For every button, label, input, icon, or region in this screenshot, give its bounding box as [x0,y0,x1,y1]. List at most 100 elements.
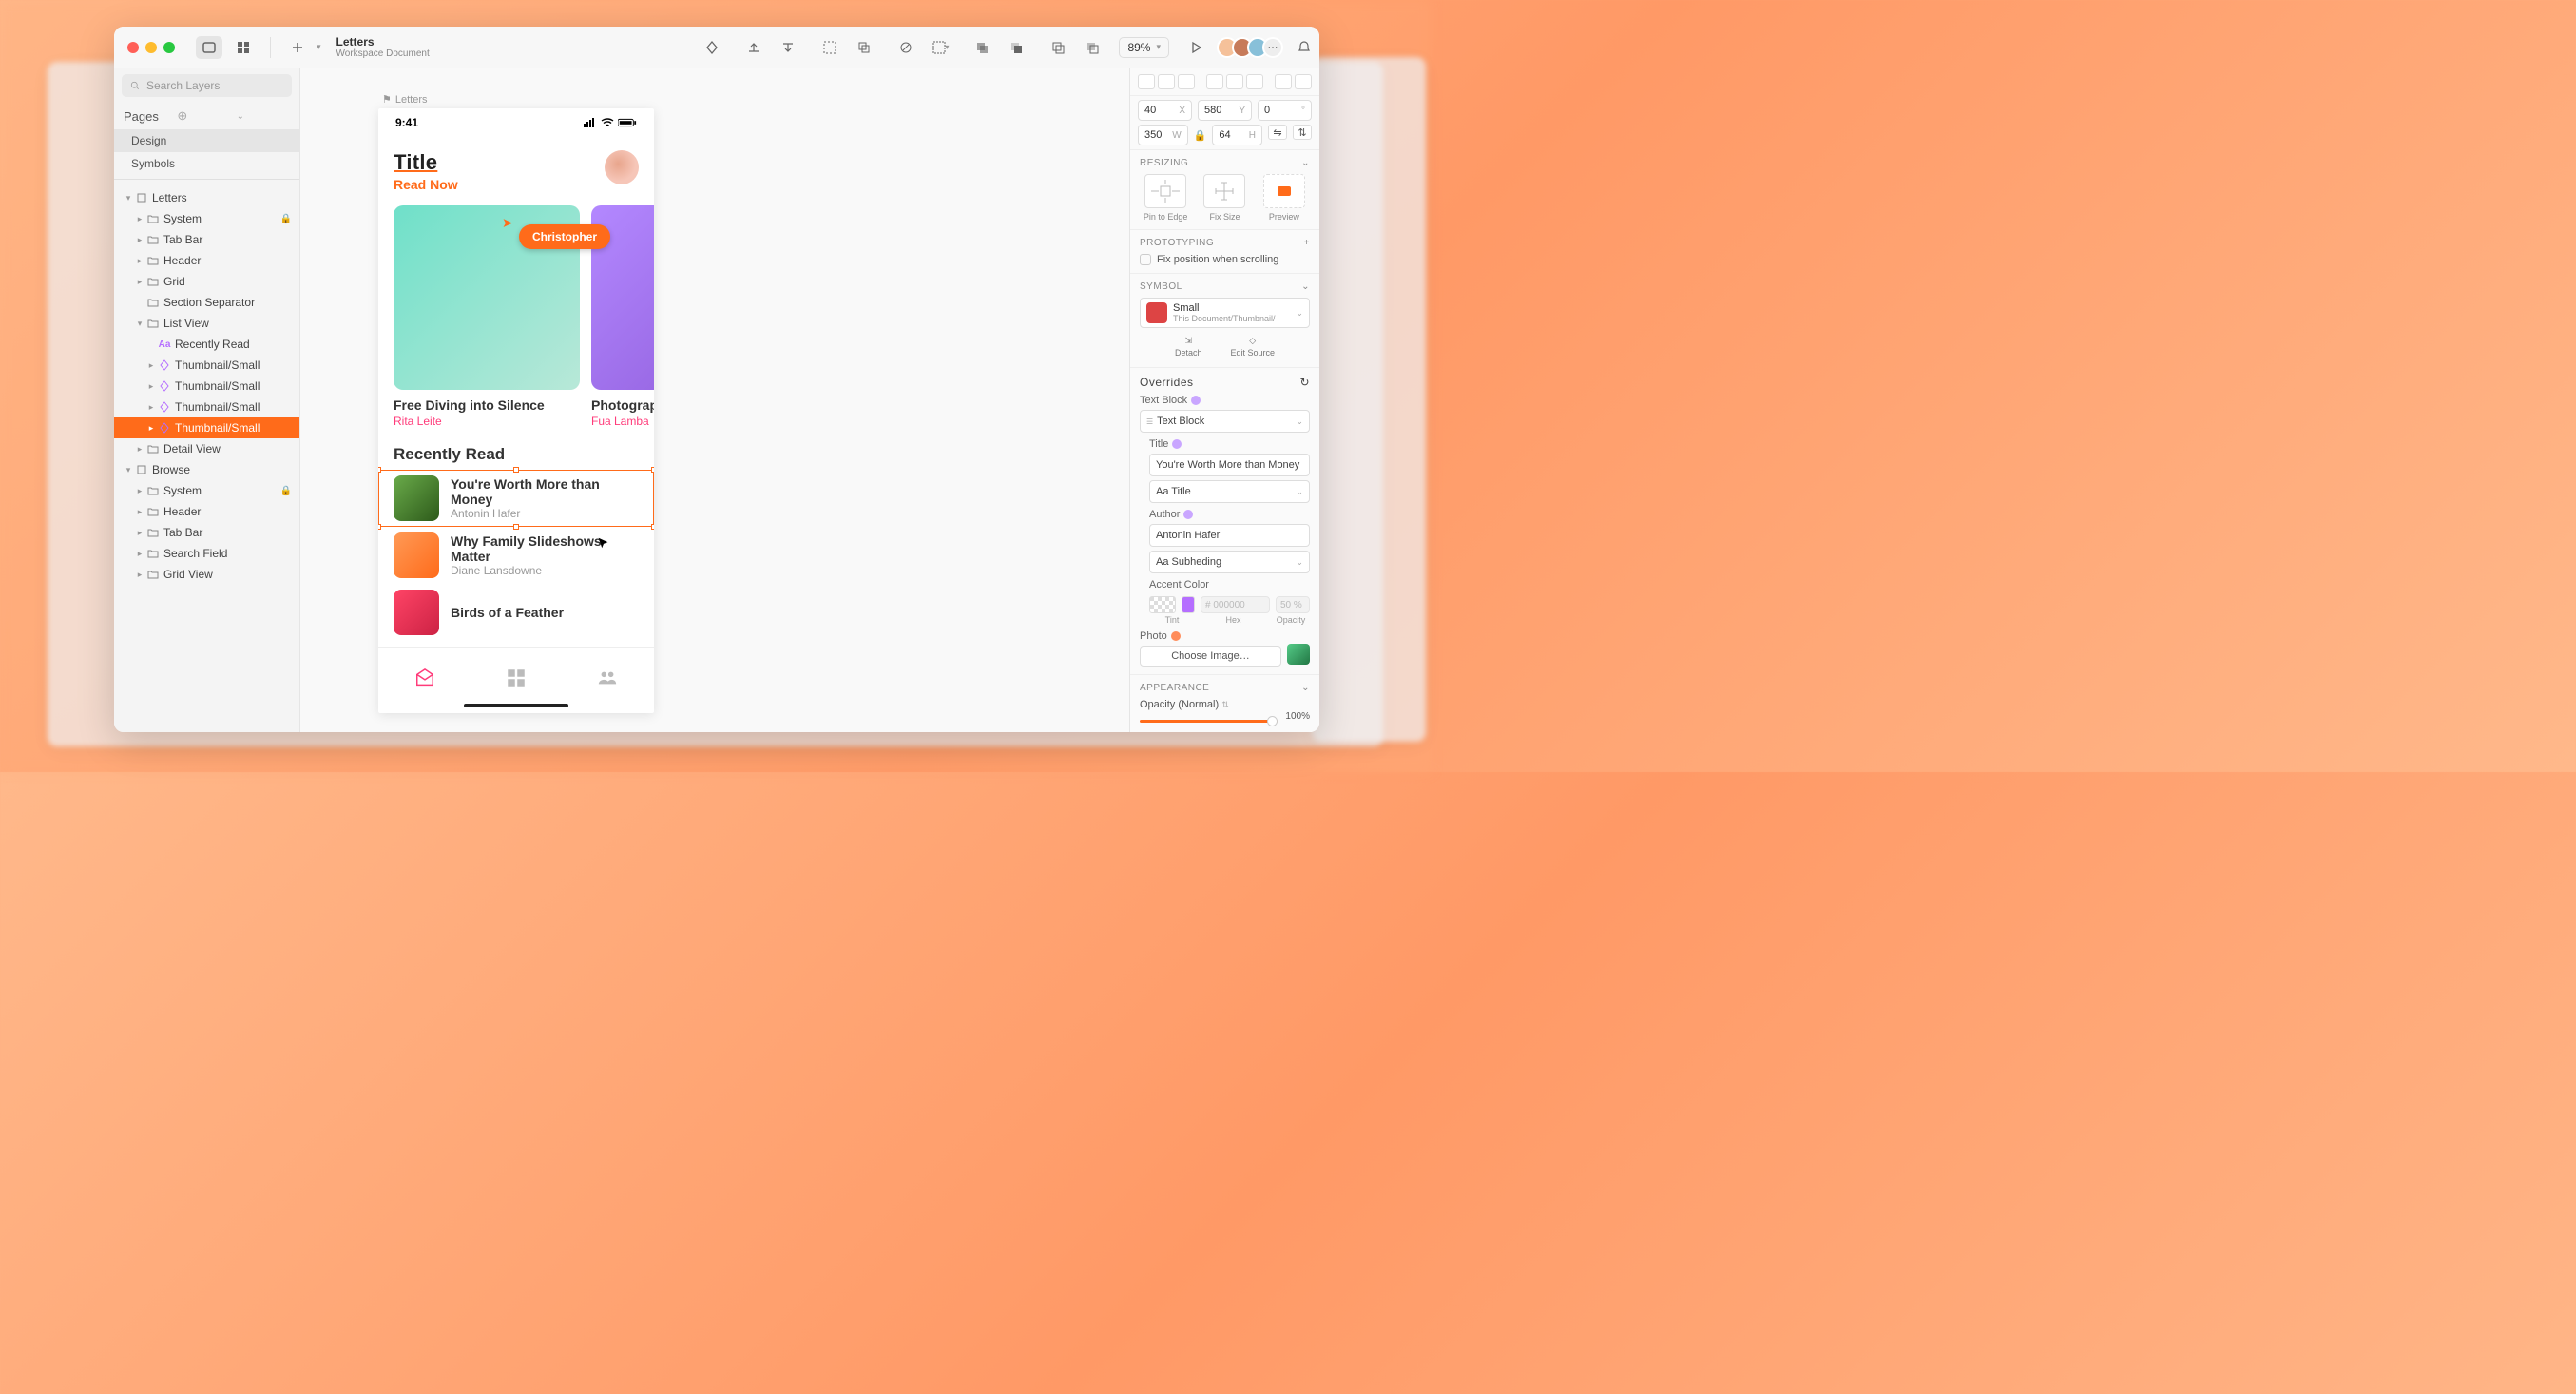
resize-preview-button[interactable]: Preview [1259,174,1310,222]
status-bar: 9:41 [378,108,654,137]
layer-row[interactable]: ▾List View [114,313,299,334]
layer-row[interactable]: ▸Tab Bar [114,229,299,250]
layer-row[interactable]: ▸System🔒 [114,480,299,501]
chevron-down-icon[interactable]: ⌄ [1301,281,1310,292]
pages-chevron-icon[interactable]: ⌄ [237,111,290,122]
pin-to-edge-button[interactable]: Pin to Edge [1140,174,1191,222]
align-bottom-icon[interactable] [1246,74,1263,89]
insert-button[interactable] [284,36,311,59]
page-item[interactable]: Design [114,129,299,152]
x-position-input[interactable]: 40X [1138,100,1192,121]
accent-color-swatch[interactable] [1149,596,1176,613]
ungroup-icon[interactable] [851,36,877,59]
create-symbol-icon[interactable] [699,36,725,59]
choose-image-button[interactable]: Choose Image… [1140,646,1281,667]
layer-row[interactable]: ▸Thumbnail/Small [114,376,299,397]
layer-row[interactable]: ▾Letters [114,187,299,208]
detach-symbol-button[interactable]: ⇲Detach [1175,336,1202,358]
fix-position-checkbox[interactable] [1140,254,1151,265]
subtract-icon[interactable] [1003,36,1029,59]
text-block-override[interactable]: ☰Text Block⌄ [1140,410,1310,433]
layer-row[interactable]: ▸Header [114,501,299,522]
zoom-level[interactable]: 89%▾ [1119,37,1169,58]
title-style-select[interactable]: Aa Title⌄ [1149,480,1310,503]
forward-icon[interactable] [740,36,767,59]
layer-row[interactable]: ▸Thumbnail/Small [114,417,299,438]
union-icon[interactable] [969,36,995,59]
align-left-icon[interactable] [1138,74,1155,89]
height-input[interactable]: 64H [1212,125,1262,145]
align-right-icon[interactable] [1178,74,1195,89]
tab-people-icon[interactable] [597,668,618,693]
difference-icon[interactable] [1079,36,1105,59]
layer-row[interactable]: ▾Browse [114,459,299,480]
layer-row[interactable]: ▸Search Field [114,543,299,564]
align-center-v-icon[interactable] [1226,74,1243,89]
layer-row[interactable]: ▸Thumbnail/Small [114,397,299,417]
y-position-input[interactable]: 580Y [1198,100,1252,121]
tab-grid-icon[interactable] [507,668,526,692]
chevron-down-icon[interactable]: ⌄ [1301,158,1310,168]
align-center-h-icon[interactable] [1158,74,1175,89]
featured-cards: Free Diving into SilenceRita LeitePhotog… [378,192,654,428]
add-prototype-icon[interactable]: + [1304,238,1310,248]
scale-icon[interactable]: ▾ [927,36,953,59]
author-style-select[interactable]: Aa Subheding⌄ [1149,551,1310,573]
fix-size-button[interactable]: Fix Size [1199,174,1250,222]
artboard-label[interactable]: ⚑Letters [382,93,428,106]
accent-color-alt-swatch[interactable] [1182,596,1195,613]
wifi-icon [601,118,614,127]
override-indicator-icon [1172,439,1182,449]
layer-row[interactable]: ▸Grid View [114,564,299,585]
layer-row[interactable]: ▸Detail View [114,438,299,459]
chevron-down-icon[interactable]: ⌄ [1301,683,1310,693]
artboard[interactable]: 9:41 Title Read Now [378,108,654,713]
opacity-input[interactable]: 50 % [1276,596,1310,613]
group-icon[interactable] [817,36,843,59]
list-item: You're Worth More than MoneyAntonin Hafe… [378,470,654,527]
edit-icon[interactable] [893,36,919,59]
lock-aspect-icon[interactable]: 🔒 [1194,129,1207,142]
author-override-input[interactable]: Antonin Hafer [1149,524,1310,547]
page-item[interactable]: Symbols [114,152,299,175]
search-layers-input[interactable]: Search Layers [122,74,292,97]
collaborators[interactable]: ⋯ [1217,37,1289,58]
distribute-h-icon[interactable] [1275,74,1292,89]
distribute-v-icon[interactable] [1295,74,1312,89]
layer-row[interactable]: ▸Tab Bar [114,522,299,543]
components-view-icon[interactable] [230,36,257,59]
rotation-input[interactable]: 0° [1258,100,1312,121]
layer-row[interactable]: ▸Header [114,250,299,271]
layer-row[interactable]: AaRecently Read [114,334,299,355]
edit-source-button[interactable]: ◇Edit Source [1231,336,1276,358]
layer-row[interactable]: ▸Grid [114,271,299,292]
close-window-icon[interactable] [127,42,139,53]
notifications-icon[interactable] [1291,36,1317,59]
title-override-input[interactable]: You're Worth More than Money [1149,454,1310,476]
align-top-icon[interactable] [1206,74,1223,89]
blend-mode-select[interactable]: Opacity (Normal) ⇅ [1140,699,1229,710]
more-collaborators-icon[interactable]: ⋯ [1262,37,1283,58]
minimize-window-icon[interactable] [145,42,157,53]
toolbar: ▾ Letters Workspace Document ▾ [114,27,1319,68]
zoom-window-icon[interactable] [163,42,175,53]
tab-mail-icon[interactable] [414,668,435,693]
play-preview-icon[interactable] [1182,36,1209,59]
intersect-icon[interactable] [1045,36,1071,59]
layer-row[interactable]: ▸Thumbnail/Small [114,355,299,376]
symbol-selector[interactable]: SmallThis Document/Thumbnail/ ⌄ [1140,298,1310,328]
opacity-slider[interactable] [1140,720,1278,723]
add-page-icon[interactable]: ⊕ [177,108,230,124]
flip-h-icon[interactable]: ⇋ [1268,125,1287,140]
hex-input[interactable]: # 000000 [1201,596,1270,613]
layer-row[interactable]: ▸System🔒 [114,208,299,229]
canvas[interactable]: ⚑Letters 9:41 Title Read Now [300,68,1129,732]
pages-header: Pages ⊕ ⌄ [114,103,299,129]
view-mode-toggle[interactable] [196,36,222,59]
app-window: ▾ Letters Workspace Document ▾ [114,27,1319,732]
width-input[interactable]: 350W [1138,125,1188,145]
reset-overrides-icon[interactable]: ↻ [1299,376,1310,389]
backward-icon[interactable] [775,36,801,59]
layer-row[interactable]: Section Separator [114,292,299,313]
flip-v-icon[interactable]: ⇅ [1293,125,1312,140]
